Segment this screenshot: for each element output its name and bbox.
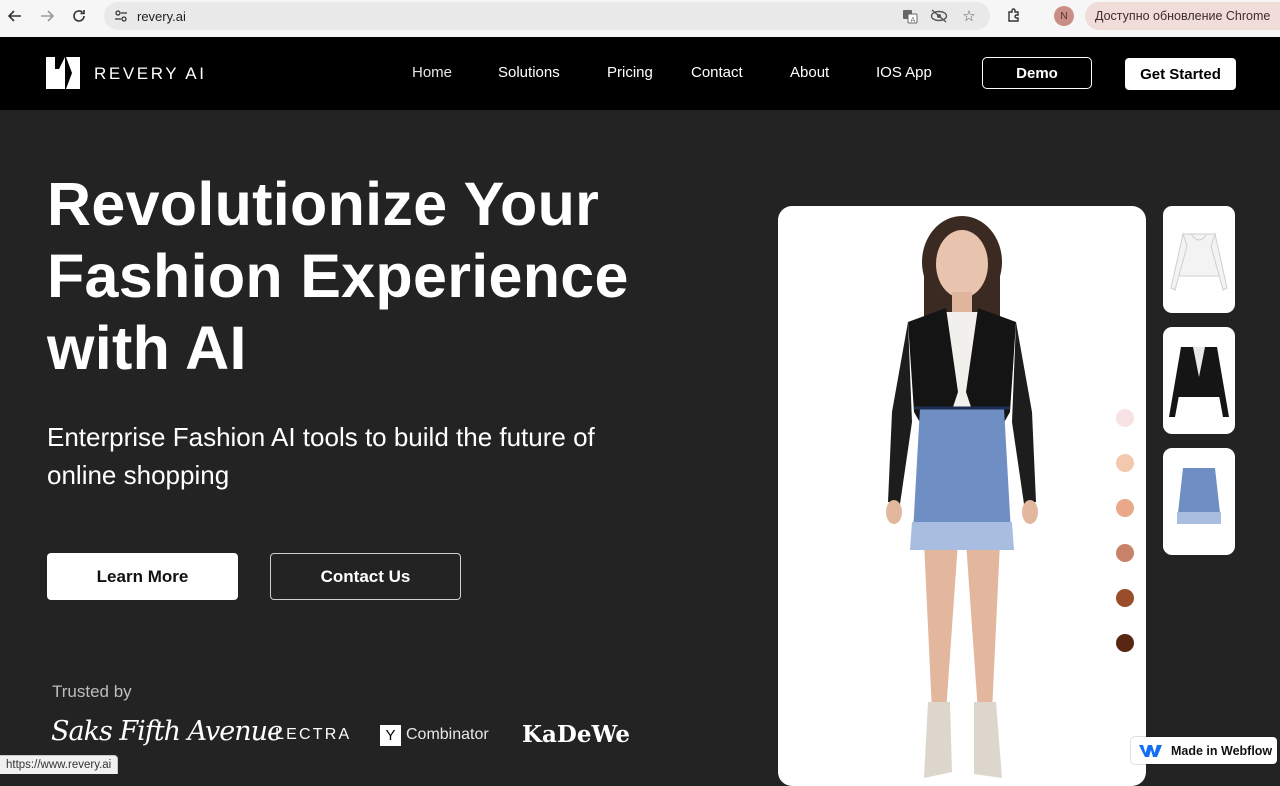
hero-title-line: with AI bbox=[47, 314, 247, 382]
webflow-icon bbox=[1139, 744, 1162, 757]
hero-title-line: Revolutionize Your bbox=[47, 170, 600, 238]
hero-subtitle-line: online shopping bbox=[47, 460, 230, 490]
back-icon[interactable] bbox=[3, 4, 27, 28]
learn-more-button[interactable]: Learn More bbox=[47, 553, 238, 600]
hero-subtitle: Enterprise Fashion AI tools to build the… bbox=[47, 418, 667, 494]
nav-ios-app[interactable]: IOS App bbox=[876, 64, 932, 81]
forward-icon[interactable] bbox=[35, 4, 59, 28]
thumbnail-white-corset-top[interactable] bbox=[1163, 206, 1235, 313]
address-bar[interactable]: revery.ai A ☆ bbox=[104, 2, 990, 30]
skin-tone-swatch[interactable] bbox=[1116, 544, 1134, 562]
virtual-try-on-card bbox=[778, 206, 1146, 786]
hero-title-line: Fashion Experience bbox=[47, 242, 629, 310]
get-started-button[interactable]: Get Started bbox=[1125, 58, 1236, 90]
made-in-webflow-badge[interactable]: Made in Webflow bbox=[1131, 737, 1277, 764]
skin-tone-swatch[interactable] bbox=[1116, 589, 1134, 607]
nav-pricing[interactable]: Pricing bbox=[607, 64, 653, 81]
site-header: REVERY AI Home Solutions Pricing Contact… bbox=[0, 37, 1280, 110]
url-text: revery.ai bbox=[137, 9, 186, 24]
hero-title: Revolutionize Your Fashion Experience wi… bbox=[47, 168, 727, 384]
nav-contact[interactable]: Contact bbox=[691, 64, 743, 81]
browser-toolbar: revery.ai A ☆ N Доступно обновление Chro… bbox=[0, 0, 1280, 38]
contact-us-button[interactable]: Contact Us bbox=[270, 553, 461, 600]
thumbnail-black-leather-jacket[interactable] bbox=[1163, 327, 1235, 434]
demo-button[interactable]: Demo bbox=[982, 57, 1092, 89]
saks-fifth-avenue-logo: Saks Fifth Avenue bbox=[51, 716, 283, 747]
black-jacket-image bbox=[1169, 347, 1229, 417]
skin-tone-swatch[interactable] bbox=[1116, 454, 1134, 472]
nav-home[interactable]: Home bbox=[412, 64, 452, 81]
y-combinator-logo-text: Combinator bbox=[406, 726, 489, 743]
extensions-icon[interactable] bbox=[1004, 6, 1024, 26]
model-image bbox=[886, 216, 1038, 778]
hero-subtitle-line: Enterprise Fashion AI tools to build the… bbox=[47, 422, 595, 452]
revery-logo-icon[interactable] bbox=[46, 57, 80, 89]
skin-tone-swatch[interactable] bbox=[1116, 409, 1134, 427]
brand-name[interactable]: REVERY AI bbox=[94, 64, 207, 84]
y-combinator-logo-icon: Y bbox=[380, 725, 401, 746]
trusted-by-label: Trusted by bbox=[52, 682, 132, 701]
site-settings-icon[interactable] bbox=[112, 7, 130, 25]
lectra-logo: LECTRA bbox=[275, 726, 352, 743]
white-top-image bbox=[1170, 232, 1228, 291]
translate-icon[interactable]: A bbox=[901, 7, 919, 25]
svg-text:A: A bbox=[911, 16, 916, 24]
link-status-bar: https://www.revery.ai bbox=[0, 755, 119, 774]
skin-tone-swatch[interactable] bbox=[1116, 634, 1134, 652]
nav-solutions[interactable]: Solutions bbox=[498, 64, 560, 81]
blue-skirt-image bbox=[1177, 468, 1221, 524]
webflow-badge-label: Made in Webflow bbox=[1171, 743, 1273, 758]
eye-off-icon[interactable] bbox=[930, 7, 948, 25]
chrome-update-button[interactable]: Доступно обновление Chrome bbox=[1085, 2, 1280, 30]
reload-icon[interactable] bbox=[67, 4, 91, 28]
skin-tone-swatch[interactable] bbox=[1116, 499, 1134, 517]
bookmark-star-icon[interactable]: ☆ bbox=[960, 7, 978, 25]
kadewe-logo: KaDeWe bbox=[522, 721, 631, 748]
profile-avatar[interactable]: N bbox=[1054, 6, 1074, 26]
nav-about[interactable]: About bbox=[790, 64, 829, 81]
thumbnail-blue-tweed-skirt[interactable] bbox=[1163, 448, 1235, 555]
